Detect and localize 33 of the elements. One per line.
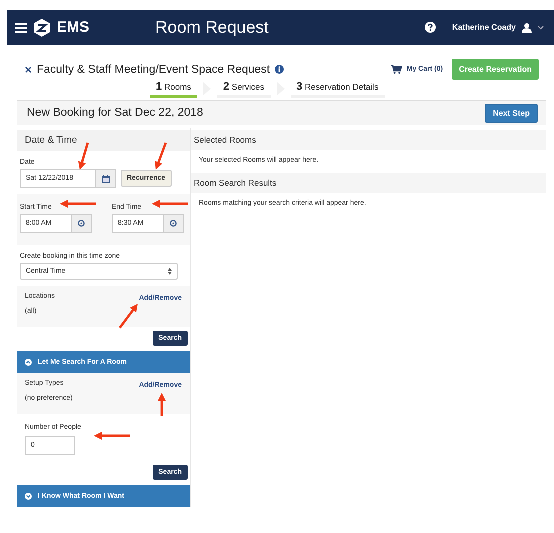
clock-icon (170, 220, 177, 227)
info-icon[interactable] (275, 65, 284, 74)
clock-button[interactable] (164, 214, 184, 233)
request-title: Faculty & Staff Meeting/Event Space Request (37, 64, 270, 76)
annotation-arrow (94, 432, 130, 440)
annotation-arrow (158, 393, 166, 416)
cart-icon[interactable] (390, 65, 402, 74)
calendar-button[interactable] (96, 169, 116, 188)
annotation-arrow (152, 200, 188, 208)
collapse-icon (25, 358, 32, 366)
calendar-icon (102, 174, 110, 182)
section-title: Selected Rooms (194, 135, 256, 145)
caret-icon[interactable] (538, 26, 544, 30)
user-icon[interactable] (522, 22, 532, 32)
clock-button[interactable] (72, 214, 92, 233)
expand-icon (25, 492, 32, 500)
booking-title: New Booking for Sat Dec 22, 2018 (27, 107, 204, 119)
help-icon[interactable] (425, 22, 436, 33)
annotation-arrow (119, 304, 138, 329)
annotation-arrow (60, 200, 96, 208)
next-step-button[interactable]: Next Step (485, 104, 538, 122)
page-title: Room Request (156, 18, 269, 38)
menu-icon[interactable] (15, 22, 27, 32)
clock-icon (78, 220, 85, 227)
annotation-arrow (78, 142, 90, 170)
brand-name: EMS (57, 19, 90, 36)
logo-icon (33, 18, 51, 36)
section-title: Room Search Results (194, 178, 277, 188)
sort-icon (168, 268, 172, 275)
annotation-arrow (155, 142, 168, 170)
close-icon[interactable]: × (25, 62, 32, 76)
section-title: Date & Time (25, 135, 78, 146)
user-name[interactable]: Katherine Coady (452, 23, 516, 32)
